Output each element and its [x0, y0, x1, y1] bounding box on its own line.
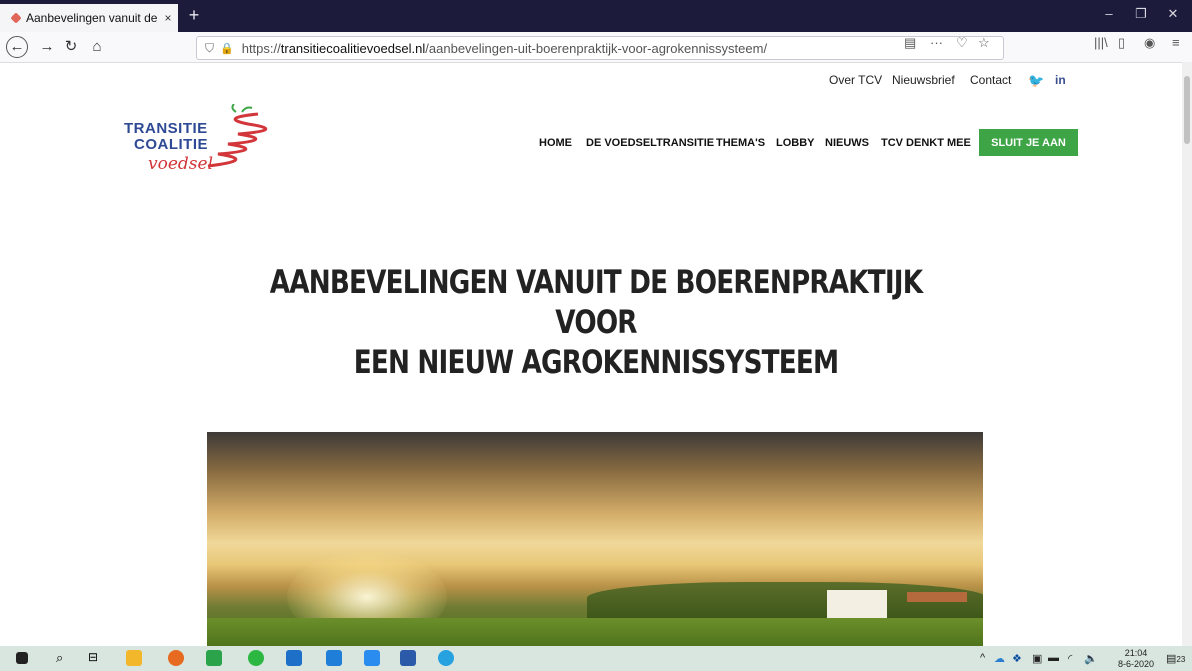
logo-line-coalitie: COALITIE: [134, 136, 208, 153]
skype-icon[interactable]: [438, 650, 454, 666]
network-icon[interactable]: ▣: [1032, 652, 1042, 665]
twitter-icon[interactable]: 🐦: [1028, 73, 1044, 89]
home-icon[interactable]: ⌂: [86, 37, 108, 57]
wifi-icon[interactable]: ◜: [1068, 652, 1072, 665]
nav-tcv-denkt-mee[interactable]: TCV DENKT MEE: [881, 137, 971, 149]
menu-hamburger-icon[interactable]: ≡: [1172, 35, 1180, 50]
nav-lobby[interactable]: LOBBY: [776, 137, 815, 149]
close-tab-icon[interactable]: ×: [158, 11, 178, 25]
word-icon[interactable]: [400, 650, 416, 666]
onedrive-icon[interactable]: ☁: [994, 652, 1005, 665]
outlook-icon[interactable]: [286, 650, 302, 666]
reader-view-icon[interactable]: ▤: [904, 35, 916, 51]
account-icon[interactable]: ◉: [1144, 35, 1155, 51]
url-text: https://transitiecoalitievoedsel.nl/aanb…: [242, 41, 767, 56]
nav-nieuws[interactable]: NIEUWS: [825, 137, 869, 149]
top-link-nieuwsbrief[interactable]: Nieuwsbrief: [892, 73, 955, 87]
forward-arrow-icon[interactable]: →: [36, 37, 58, 57]
page-title: AANBEVELINGEN VANUIT DE BOERENPRAKTIJK V…: [238, 262, 953, 382]
dropbox-icon[interactable]: ❖: [1012, 652, 1022, 665]
green-app-icon[interactable]: [206, 650, 222, 666]
browser-tab-strip: Aanbevelingen vanuit de × + – ❐ ✕: [0, 0, 1192, 32]
show-hidden-icons[interactable]: ^: [980, 652, 985, 664]
minimize-icon[interactable]: –: [1098, 6, 1120, 21]
zoom-icon[interactable]: [364, 650, 380, 666]
page-title-line-1: AANBEVELINGEN VANUIT DE BOERENPRAKTIJK V…: [269, 263, 923, 341]
top-link-contact[interactable]: Contact: [970, 73, 1011, 87]
file-explorer-icon[interactable]: [126, 650, 142, 666]
url-prefix: https://: [241, 40, 281, 56]
bookmark-star-icon[interactable]: ☆: [978, 35, 990, 51]
linkedin-icon[interactable]: in: [1055, 73, 1066, 87]
clock-time: 21:04: [1124, 648, 1148, 658]
back-arrow-icon[interactable]: ←: [6, 36, 28, 58]
reload-icon[interactable]: ↻: [60, 37, 82, 57]
skype-for-business-icon[interactable]: [326, 650, 342, 666]
nav-home[interactable]: HOME: [539, 137, 572, 149]
pocket-icon[interactable]: ♡: [956, 35, 968, 51]
hero-image: [207, 432, 983, 646]
page-scrollbar[interactable]: [1182, 62, 1192, 646]
windows-start-icon[interactable]: [16, 652, 28, 664]
logo-line-transitie: TRANSITIE: [124, 120, 208, 137]
battery-icon[interactable]: ▬: [1048, 652, 1059, 664]
hero-roof: [907, 592, 967, 602]
library-icon[interactable]: |||\: [1094, 35, 1108, 50]
new-tab-button[interactable]: +: [184, 6, 204, 26]
lock-icon: 🔒: [220, 42, 234, 55]
sidebar-icon[interactable]: ▯: [1118, 35, 1125, 51]
shield-icon[interactable]: ⛉: [205, 41, 214, 56]
hero-trees: [587, 582, 983, 622]
nav-de-voedseltransitie[interactable]: DE VOEDSELTRANSITIE: [586, 137, 714, 149]
notification-count: 23: [1176, 655, 1186, 664]
scrollbar-thumb[interactable]: [1184, 76, 1190, 144]
taskbar-clock[interactable]: 21:04 8-6-2020: [1118, 648, 1154, 670]
volume-icon[interactable]: 🔈: [1084, 652, 1098, 665]
browser-toolbar: ← → ↻ ⌂ ⛉ 🔒 https://transitiecoalitievoe…: [0, 32, 1192, 63]
top-link-over-tcv[interactable]: Over TCV: [829, 73, 882, 87]
restore-icon[interactable]: ❐: [1130, 6, 1152, 22]
clock-date: 8-6-2020: [1118, 659, 1155, 669]
active-tab[interactable]: Aanbevelingen vanuit de ×: [0, 4, 178, 32]
site-logo[interactable]: TRANSITIE COALITIE voedsel: [118, 104, 288, 184]
firefox-icon[interactable]: [168, 650, 184, 666]
windows-taskbar: ⌕ ⊟ ^ ☁ ❖ ▣ ▬ ◜ 🔈 ▤23: [0, 646, 1192, 671]
hero-field: [207, 618, 983, 646]
task-view-icon[interactable]: ⊟: [88, 650, 104, 666]
whatsapp-icon[interactable]: [248, 650, 264, 666]
site-favicon-icon: [10, 12, 22, 24]
address-bar[interactable]: ⛉ 🔒 https://transitiecoalitievoedsel.nl/…: [196, 36, 1004, 60]
logo-line-voedsel: voedsel: [148, 154, 214, 174]
close-window-icon[interactable]: ✕: [1162, 6, 1184, 22]
tab-title: Aanbevelingen vanuit de: [26, 11, 158, 25]
hero-house: [827, 590, 887, 618]
sluit-je-aan-button[interactable]: SLUIT JE AAN: [979, 129, 1078, 156]
nav-themas[interactable]: THEMA'S: [716, 137, 765, 149]
url-path: /aanbevelingen-uit-boerenpraktijk-voor-a…: [425, 40, 768, 56]
page-actions-icon[interactable]: ···: [930, 35, 943, 50]
page-title-line-2: EEN NIEUW AGROKENNISSYSTEEM: [353, 343, 839, 381]
notification-center-icon[interactable]: ▤23: [1166, 652, 1185, 665]
url-host: transitiecoalitievoedsel.nl: [280, 40, 426, 56]
search-icon[interactable]: ⌕: [56, 650, 72, 666]
